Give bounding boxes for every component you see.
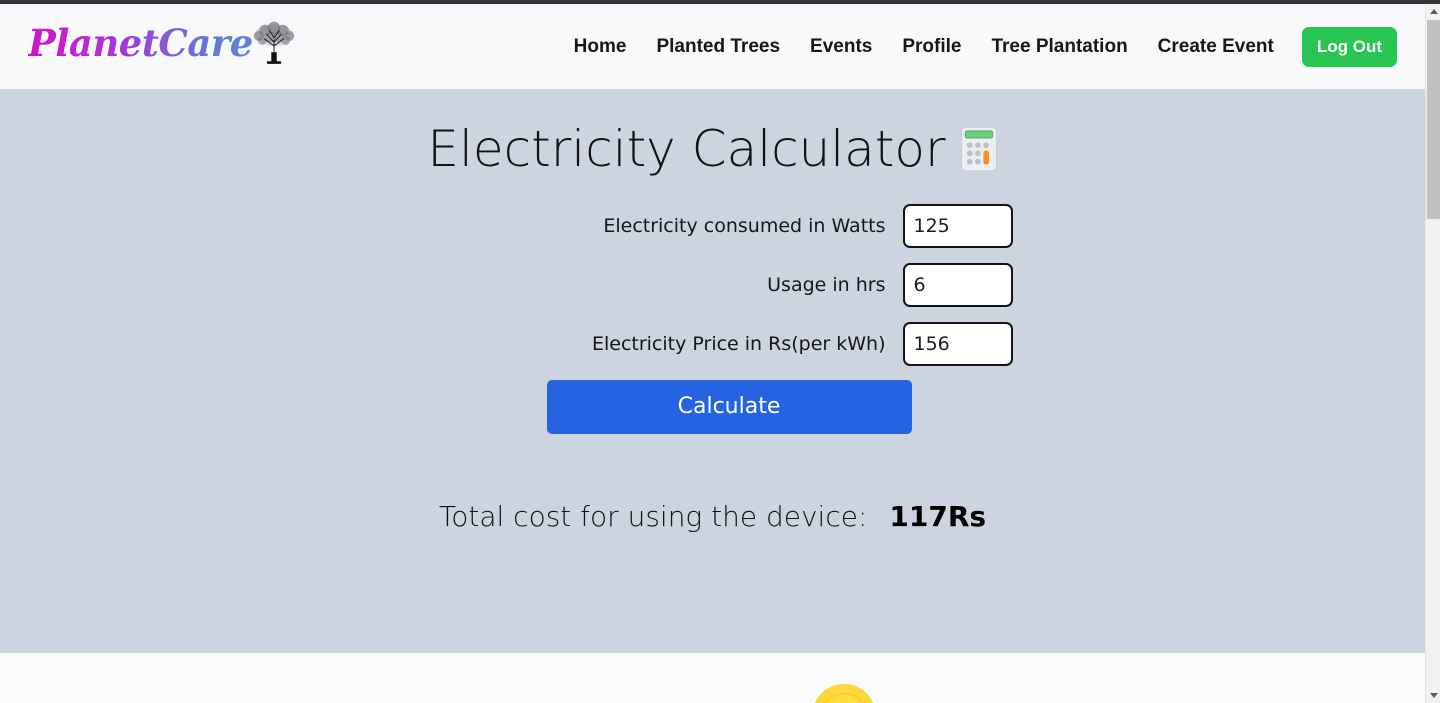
logout-button[interactable]: Log Out	[1301, 26, 1397, 67]
brand-name: PlanetCare	[28, 20, 253, 65]
footer-section	[0, 653, 1425, 703]
main-navigation: Home Planted Trees Events Profile Tree P…	[559, 4, 1407, 89]
input-watts[interactable]	[902, 203, 1013, 248]
form-row-usage: Usage in hrs	[413, 262, 1013, 308]
nav-link-tree-plantation[interactable]: Tree Plantation	[976, 36, 1142, 58]
calculator-icon	[960, 126, 997, 172]
calculator-section: Electricity Calculator Electricity consu…	[0, 89, 1425, 653]
label-price: Electricity Price in Rs(per kWh)	[591, 332, 886, 355]
page-title-text: Electricity Calculator	[427, 120, 946, 178]
form-row-watts: Electricity consumed in Watts	[413, 203, 1013, 249]
yellow-seal-icon	[812, 684, 876, 703]
scroll-down-arrow-icon[interactable]	[1426, 688, 1440, 703]
nav-link-planted-trees[interactable]: Planted Trees	[641, 36, 795, 58]
page-viewport: PlanetCare Home Planted Trees Events Pro…	[0, 4, 1425, 703]
calculate-button[interactable]: Calculate	[546, 379, 912, 434]
page-title: Electricity Calculator	[0, 89, 1425, 176]
brand-logo[interactable]: PlanetCare	[28, 12, 301, 74]
form-row-price: Electricity Price in Rs(per kWh)	[413, 321, 1013, 367]
nav-link-home[interactable]: Home	[559, 36, 642, 58]
nav-link-create-event[interactable]: Create Event	[1143, 36, 1289, 58]
page-scrollbar[interactable]	[1425, 4, 1440, 703]
input-usage-hours[interactable]	[902, 262, 1013, 307]
calculator-form: Electricity consumed in Watts Usage in h…	[413, 176, 1013, 434]
input-price[interactable]	[902, 321, 1013, 366]
result-label: Total cost for using the device:	[438, 499, 868, 533]
scroll-up-arrow-icon[interactable]	[1426, 4, 1440, 19]
label-watts: Electricity consumed in Watts	[603, 214, 886, 237]
nav-link-events[interactable]: Events	[795, 36, 887, 58]
label-usage-hours: Usage in hrs	[767, 273, 886, 296]
scrollbar-thumb[interactable]	[1427, 20, 1440, 219]
nav-link-profile[interactable]: Profile	[887, 36, 976, 58]
result-line: Total cost for using the device: 117Rs	[0, 500, 1425, 533]
tree-icon	[253, 21, 295, 64]
site-header: PlanetCare Home Planted Trees Events Pro…	[0, 4, 1425, 89]
result-value: 117Rs	[889, 499, 987, 533]
